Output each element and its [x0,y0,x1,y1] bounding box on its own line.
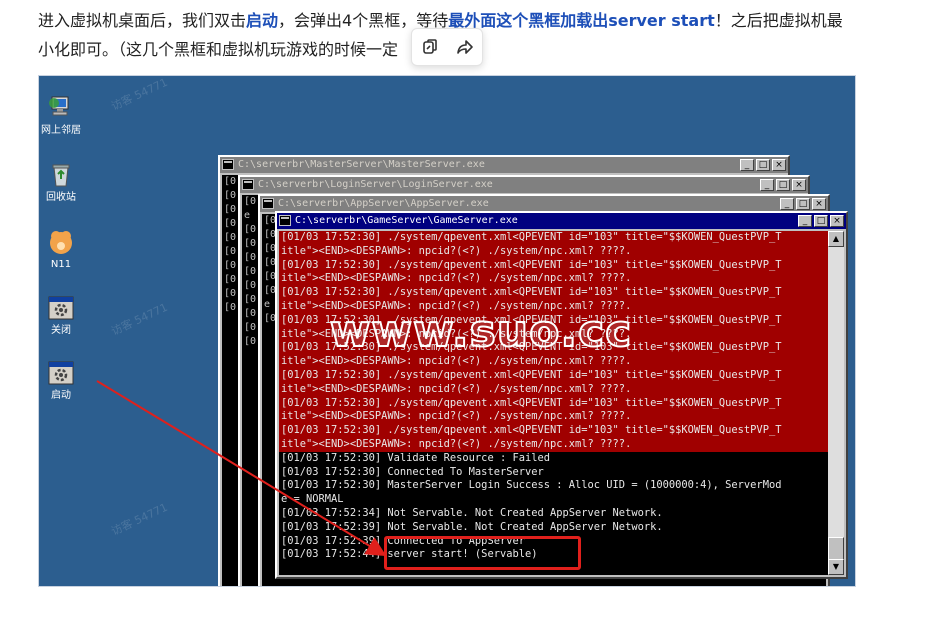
console-line: [01/03 17:52:30] Connected To MasterServ… [281,465,544,478]
console-icon [222,159,234,170]
desktop-icon-label: 网上邻居 [41,125,81,136]
copy-link-icon[interactable] [421,38,439,56]
desktop-icon-network[interactable]: 网上邻居 [39,94,85,137]
n11-app-icon [47,228,75,256]
desktop-icon-recycle-bin[interactable]: 回收站 [39,161,85,204]
selection-toolbar [411,28,483,66]
close-button[interactable]: × [792,179,806,191]
console-line: itle"><END><DESPAWN>: npcid?(<?) ./syste… [281,244,632,257]
vertical-scrollbar[interactable]: ▲ ▼ [828,231,844,575]
window-title: C:\serverbr\GameServer\GameServer.exe [295,215,518,226]
desktop-icon-shutdown[interactable]: 关闭 [39,294,85,337]
batch-file-icon [47,294,75,322]
console-line: [01/03 17:52:30] ./system/qpevent.xml<QP… [281,368,782,381]
maximize-button[interactable]: □ [814,215,828,227]
console-line: [01/03 17:52:30] MasterServer Login Succ… [281,479,782,492]
desktop-icon-start[interactable]: 启动 [39,359,85,402]
close-button[interactable]: × [830,215,844,227]
console-line: [01/03 17:52:34] Not Servable. Not Creat… [281,506,663,519]
minimize-button[interactable]: _ [760,179,774,191]
batch-file-icon [47,359,75,387]
scrollbar-thumb[interactable] [828,537,844,561]
console-line: [01/03 17:52:30] ./system/qpevent.xml<QP… [281,341,782,354]
console-line: itle"><END><DESPAWN>: npcid?(<?) ./syste… [281,410,632,423]
close-button[interactable]: × [772,159,786,171]
gameserver-console: [01/03 17:52:30] ./system/qpevent.xml<QP… [279,231,828,575]
server-start-highlight [384,536,581,570]
console-line: [01/03 17:52:30] Validate Resource : Fai… [281,451,550,464]
console-line: itle"><END><DESPAWN>: npcid?(<?) ./syste… [281,355,632,368]
minimize-button[interactable]: _ [780,198,794,210]
console-line: itle"><END><DESPAWN>: npcid?(<?) ./syste… [281,272,632,285]
maximize-button[interactable]: □ [756,159,770,171]
console-line: itle"><END><DESPAWN>: npcid?(<?) ./syste… [281,299,632,312]
window-title: C:\serverbr\LoginServer\LoginServer.exe [258,179,493,190]
maximize-button[interactable]: □ [776,179,790,191]
share-arrow-icon[interactable] [456,38,474,56]
maximize-button[interactable]: □ [796,198,810,210]
article-emphasis-start: 启动 [246,11,279,30]
article-text-1: 进入虚拟机桌面后，我们双击 [38,11,247,30]
console-icon [242,179,254,190]
window-titlebar[interactable]: C:\serverbr\MasterServer\MasterServer.ex… [220,157,788,173]
desktop-icon-label: N11 [50,259,72,270]
desktop-icon-label: 启动 [51,390,71,401]
network-neighborhood-icon [47,94,75,122]
console-line: itle"><END><DESPAWN>: npcid?(<?) ./syste… [281,437,632,450]
console-line: itle"><END><DESPAWN>: npcid?(<?) ./syste… [281,327,632,340]
console-icon [279,215,291,226]
close-button[interactable]: × [812,198,826,210]
window-title: C:\serverbr\MasterServer\MasterServer.ex… [238,159,485,170]
scroll-up-arrow-icon[interactable]: ▲ [828,231,844,247]
article-text-3: ！之后把虚拟机最 [714,11,843,30]
console-line: [01/03 17:52:30] ./system/qpevent.xml<QP… [281,424,782,437]
desktop-icon-label: 回收站 [46,192,76,203]
desktop-icon-n11[interactable]: N11 [39,228,85,271]
scroll-down-arrow-icon[interactable]: ▼ [828,559,844,575]
window-titlebar[interactable]: C:\serverbr\GameServer\GameServer.exe _ □… [277,213,846,229]
article-emphasis-server-start: 最外面这个黑框加载出server start [448,11,715,30]
console-line: [01/03 17:52:30] ./system/qpevent.xml<QP… [281,258,782,271]
article-text-4: 小化即可。（这几个黑框和虚拟机玩游戏的时候一定 [38,40,399,59]
error-log-block: [01/03 17:52:30] ./system/qpevent.xml<QP… [279,231,828,452]
window-titlebar[interactable]: C:\serverbr\LoginServer\LoginServer.exe … [240,177,808,193]
console-line: [01/03 17:52:30] ./system/qpevent.xml<QP… [281,286,782,299]
minimize-button[interactable]: _ [798,215,812,227]
gameserver-window[interactable]: C:\serverbr\GameServer\GameServer.exe _ □… [275,211,848,579]
vm-screenshot: 访客 54771 访客 54771 访客 54771 访客 54771 访客 5… [38,75,856,587]
console-line: [01/03 17:52:30] ./system/qpevent.xml<QP… [281,313,782,326]
console-line: [01/03 17:52:39] Not Servable. Not Creat… [281,520,663,533]
console-icon [262,198,274,209]
console-line: e = NORMAL [281,493,344,506]
console-line: [01/03 17:52:30] ./system/qpevent.xml<QP… [281,396,782,409]
minimize-button[interactable]: _ [740,159,754,171]
console-line: [01/03 17:52:30] ./system/qpevent.xml<QP… [281,231,782,243]
console-line: itle"><END><DESPAWN>: npcid?(<?) ./syste… [281,382,632,395]
recycle-bin-icon [47,161,75,189]
desktop-icon-label: 关闭 [51,325,71,336]
window-titlebar[interactable]: C:\serverbr\AppServer\AppServer.exe _ □ × [260,196,828,212]
window-title: C:\serverbr\AppServer\AppServer.exe [278,198,489,209]
